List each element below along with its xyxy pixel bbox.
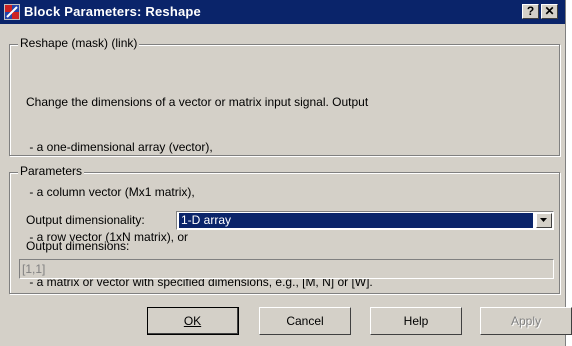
title-bar[interactable]: Block Parameters: Reshape ? ✕ [0,0,565,24]
close-title-button[interactable]: ✕ [541,4,558,19]
mask-group-legend: Reshape (mask) (link) [18,36,140,50]
parameters-group: Parameters Output dimensionality: 1-D ar… [9,164,560,294]
chevron-down-icon [540,218,547,222]
mask-description-group: Reshape (mask) (link) Change the dimensi… [9,36,560,289]
help-button-label: Help [403,314,429,328]
description-line: Change the dimensions of a vector or mat… [26,95,369,109]
output-dimensionality-value: 1-D array [179,213,533,228]
help-button[interactable]: Help [370,307,462,335]
simulink-block-icon [4,4,20,20]
window-title: Block Parameters: Reshape [24,4,201,19]
description-line: - a one-dimensional array (vector), [26,140,213,154]
cancel-button-label: Cancel [286,314,324,328]
parameters-group-legend: Parameters [18,164,85,178]
block-parameters-dialog: Block Parameters: Reshape ? ✕ Reshape (m… [0,0,572,346]
output-dimensionality-select[interactable]: 1-D array [176,211,554,230]
output-dimensions-label: Output dimensions: [26,239,130,253]
cancel-button[interactable]: Cancel [259,307,351,335]
apply-button[interactable]: Apply [480,307,572,335]
output-dimensions-field[interactable]: [1,1] [19,259,554,279]
output-dimensionality-label: Output dimensionality: [26,213,145,227]
apply-button-label: Apply [510,314,542,328]
ok-button-label: OK [183,314,202,328]
dropdown-button[interactable] [536,213,552,228]
ok-button[interactable]: OK [147,307,239,335]
help-title-button[interactable]: ? [522,4,539,19]
